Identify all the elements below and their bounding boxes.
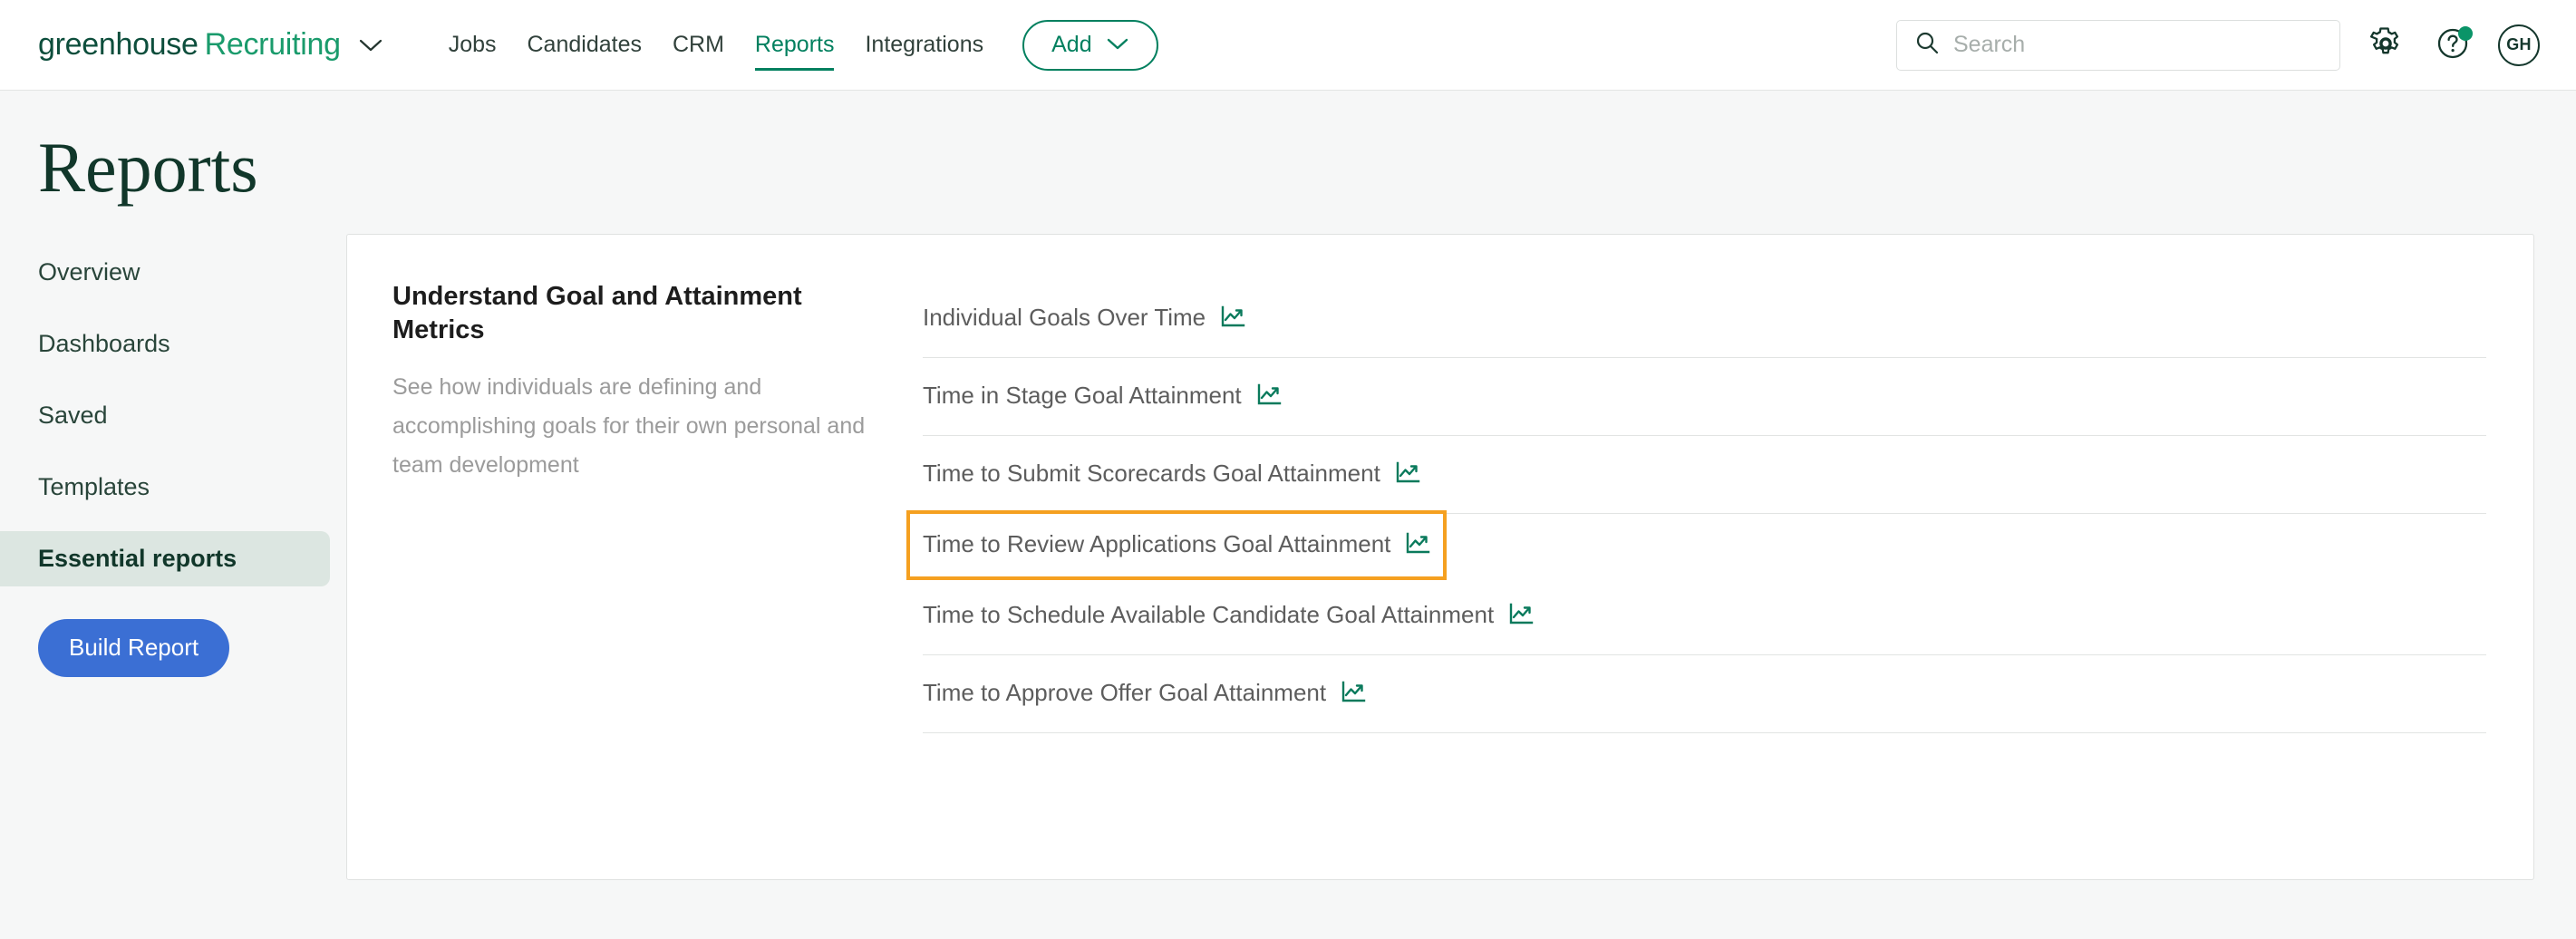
notification-dot bbox=[2458, 25, 2473, 41]
sidebar-item-templates[interactable]: Templates bbox=[0, 460, 346, 515]
line-chart-icon bbox=[1256, 383, 1282, 407]
report-label: Time to Submit Scorecards Goal Attainmen… bbox=[923, 459, 1380, 487]
nav-link-reports[interactable]: Reports bbox=[740, 26, 850, 71]
sidebar: Overview Dashboards Saved Templates Esse… bbox=[0, 234, 346, 677]
chevron-down-icon[interactable] bbox=[357, 36, 384, 54]
top-navigation-bar: greenhouse Recruiting Jobs Candidates CR… bbox=[0, 0, 2576, 91]
main-nav-links: Jobs Candidates CRM Reports Integrations… bbox=[433, 19, 1158, 71]
card-description-column: Understand Goal and Attainment Metrics S… bbox=[347, 280, 923, 879]
search-input[interactable] bbox=[1953, 32, 2321, 58]
report-label: Time to Schedule Available Candidate Goa… bbox=[923, 600, 1495, 628]
search-icon bbox=[1915, 31, 1939, 59]
gear-icon bbox=[2368, 26, 2403, 63]
report-label: Time to Approve Offer Goal Attainment bbox=[923, 678, 1327, 706]
add-button-label: Add bbox=[1051, 32, 1092, 57]
settings-button[interactable] bbox=[2364, 24, 2407, 67]
sidebar-item-overview[interactable]: Overview bbox=[0, 245, 346, 300]
page-title: Reports bbox=[38, 128, 258, 207]
sidebar-item-dashboards[interactable]: Dashboards bbox=[0, 316, 346, 372]
report-link-time-in-stage-goal-attainment[interactable]: Time in Stage Goal Attainment bbox=[923, 358, 1282, 435]
line-chart-icon bbox=[1395, 461, 1420, 485]
list-item: Time to Review Applications Goal Attainm… bbox=[905, 509, 2486, 580]
line-chart-icon bbox=[1341, 681, 1366, 704]
list-item: Time to Submit Scorecards Goal Attainmen… bbox=[923, 436, 2486, 514]
nav-link-candidates[interactable]: Candidates bbox=[512, 26, 657, 63]
list-item: Time in Stage Goal Attainment bbox=[923, 358, 2486, 436]
report-list: Individual Goals Over Time Time in Stage bbox=[905, 280, 2486, 733]
nav-right-controls: GH bbox=[1896, 19, 2540, 71]
report-link-individual-goals-over-time[interactable]: Individual Goals Over Time bbox=[923, 280, 1245, 357]
card-heading: Understand Goal and Attainment Metrics bbox=[392, 281, 802, 345]
essential-reports-card: Understand Goal and Attainment Metrics S… bbox=[346, 233, 2534, 880]
list-item: Individual Goals Over Time bbox=[923, 280, 2486, 358]
line-chart-icon bbox=[1508, 603, 1534, 626]
report-label: Time in Stage Goal Attainment bbox=[923, 381, 1242, 409]
brand-logo[interactable]: greenhouse Recruiting bbox=[38, 27, 341, 63]
build-report-button[interactable]: Build Report bbox=[38, 618, 230, 677]
nav-link-jobs[interactable]: Jobs bbox=[433, 26, 512, 63]
add-button[interactable]: Add bbox=[1022, 19, 1158, 71]
brand-product: Recruiting bbox=[204, 27, 341, 62]
help-button[interactable] bbox=[2431, 24, 2474, 67]
sidebar-item-essential-reports[interactable]: Essential reports bbox=[0, 530, 330, 586]
report-link-time-to-submit-scorecards-goal-attainment[interactable]: Time to Submit Scorecards Goal Attainmen… bbox=[923, 436, 1420, 513]
avatar[interactable]: GH bbox=[2498, 24, 2540, 66]
page-body: Overview Dashboards Saved Templates Esse… bbox=[0, 233, 2576, 880]
nav-link-crm[interactable]: CRM bbox=[657, 26, 740, 63]
report-link-time-to-review-applications-goal-attainment[interactable]: Time to Review Applications Goal Attainm… bbox=[905, 509, 1448, 580]
report-list-column: Individual Goals Over Time Time in Stage bbox=[905, 280, 2533, 879]
nav-link-integrations[interactable]: Integrations bbox=[849, 26, 999, 63]
card-subheading: See how individuals are defining and acc… bbox=[392, 374, 866, 479]
list-item: Time to Approve Offer Goal Attainment bbox=[923, 655, 2486, 733]
chevron-down-icon bbox=[1106, 32, 1129, 58]
report-link-time-to-schedule-available-candidate-goal-attainment[interactable]: Time to Schedule Available Candidate Goa… bbox=[923, 577, 1534, 654]
line-chart-icon bbox=[1220, 305, 1245, 329]
report-label: Time to Review Applications Goal Attainm… bbox=[923, 529, 1391, 557]
search-box[interactable] bbox=[1896, 19, 2340, 71]
list-item: Time to Schedule Available Candidate Goa… bbox=[923, 577, 2486, 655]
report-label: Individual Goals Over Time bbox=[923, 303, 1206, 331]
report-link-time-to-approve-offer-goal-attainment[interactable]: Time to Approve Offer Goal Attainment bbox=[923, 655, 1366, 732]
brand-name: greenhouse bbox=[38, 27, 199, 62]
sidebar-item-saved[interactable]: Saved bbox=[0, 388, 346, 443]
line-chart-icon bbox=[1405, 532, 1430, 556]
